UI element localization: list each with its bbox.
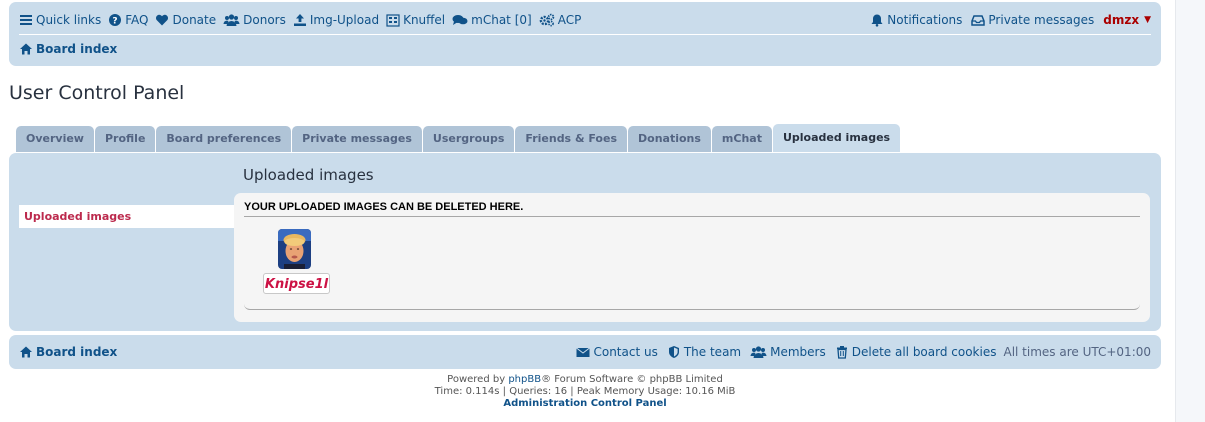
acp-link[interactable]: Administration Control Panel: [503, 398, 666, 409]
shield-icon: [667, 345, 681, 359]
nav-mchat[interactable]: mChat [0]: [452, 13, 532, 27]
powered-prefix: Powered by: [447, 374, 509, 385]
username: dmzx: [1103, 13, 1140, 27]
nav-row: Quick links ? FAQ Donate Donors Img-Uplo…: [19, 10, 1151, 35]
footer-link-label: The team: [683, 345, 742, 359]
users-icon: [223, 13, 240, 27]
nav-label: Private messages: [988, 13, 1095, 27]
box-bottom-divider: [244, 303, 1140, 310]
powered-by-line: Powered by phpBB® Forum Software © phpBB…: [9, 374, 1161, 386]
footer-link-label: Members: [770, 345, 826, 359]
timezone-text: All times are UTC+01:00: [1003, 345, 1151, 359]
tab-profile[interactable]: Profile: [94, 126, 156, 152]
footer-row: Board index Contact us The team Members: [19, 345, 1151, 359]
tab-mchat[interactable]: mChat: [711, 126, 772, 152]
nav-label: Knuffel: [403, 13, 446, 27]
bars-icon: [19, 13, 33, 27]
breadcrumb: Board index: [19, 42, 117, 56]
cogs-icon: [539, 13, 555, 27]
nav-notifications[interactable]: Notifications: [870, 13, 962, 27]
nav-donate[interactable]: Donate: [155, 13, 216, 27]
board-index-link[interactable]: Board index: [36, 42, 117, 56]
nav-private-messages[interactable]: Private messages: [971, 13, 1094, 27]
nav-quick-links[interactable]: Quick links: [19, 13, 101, 27]
nav-acp[interactable]: ACP: [539, 13, 582, 27]
footer-breadcrumb: Board index: [19, 345, 117, 359]
upload-icon: [293, 13, 307, 27]
footer-the-team[interactable]: The team: [667, 345, 741, 359]
calculator-icon: [386, 13, 400, 27]
section-title: Uploaded images: [243, 166, 374, 184]
nav-label: Quick links: [36, 13, 102, 27]
nav-knuffel[interactable]: Knuffel: [386, 13, 445, 27]
nav-left-links: Quick links ? FAQ Donate Donors Img-Uplo…: [19, 13, 588, 27]
footer-link-label: Contact us: [593, 345, 658, 359]
sidebar-item-uploaded-images[interactable]: Uploaded images: [19, 205, 234, 228]
caret-down-icon: ▼: [1144, 15, 1151, 25]
nav-faq[interactable]: ? FAQ: [108, 13, 148, 27]
uploaded-image-label[interactable]: Knipse1l: [263, 273, 330, 294]
comments-icon: [452, 13, 468, 27]
footer-board-index-link[interactable]: Board index: [36, 345, 117, 359]
nav-right-links: Notifications Private messages dmzx ▼: [861, 13, 1151, 27]
copyright: Powered by phpBB® Forum Software © phpBB…: [9, 374, 1161, 410]
inbox-icon: [971, 13, 986, 27]
debug-stats: Time: 0.114s | Queries: 16 | Peak Memory…: [434, 386, 736, 397]
tab-friends-foes[interactable]: Friends & Foes: [515, 126, 627, 152]
tab-board-preferences[interactable]: Board preferences: [156, 126, 292, 152]
ucp-tabs: Overview Profile Board preferences Priva…: [16, 124, 901, 152]
nav-label: ACP: [557, 13, 582, 27]
trash-icon: [835, 345, 849, 359]
users-icon: [750, 345, 767, 359]
uploaded-image-thumbnail[interactable]: [278, 229, 311, 269]
footer-contact-us[interactable]: Contact us: [576, 345, 658, 359]
nav-label: mChat [0]: [471, 13, 532, 27]
tab-private-messages[interactable]: Private messages: [292, 126, 422, 152]
page-scrollbar[interactable]: [1175, 0, 1205, 422]
notice-text: YOUR UPLOADED IMAGES CAN BE DELETED HERE…: [244, 201, 1140, 217]
tab-usergroups[interactable]: Usergroups: [422, 126, 515, 152]
svg-text:?: ?: [113, 17, 118, 27]
uploaded-images-box: YOUR UPLOADED IMAGES CAN BE DELETED HERE…: [234, 193, 1150, 322]
footer-members[interactable]: Members: [750, 345, 826, 359]
envelope-icon: [576, 345, 591, 359]
ucp-panel: Uploaded images Uploaded images YOUR UPL…: [9, 153, 1161, 331]
footer-links: Contact us The team Members Delete all b…: [567, 345, 1151, 359]
nav-donors[interactable]: Donors: [223, 13, 286, 27]
home-icon: [19, 345, 33, 359]
nav-label: Notifications: [887, 13, 963, 27]
home-icon: [19, 42, 33, 56]
page-title: User Control Panel: [9, 82, 185, 104]
nav-label: Img-Upload: [309, 13, 380, 27]
user-menu[interactable]: dmzx ▼: [1103, 13, 1151, 27]
nav-label: FAQ: [125, 13, 149, 27]
bell-icon: [870, 13, 884, 27]
footer-link-label: Delete all board cookies: [851, 345, 997, 359]
tab-overview[interactable]: Overview: [16, 126, 94, 152]
nav-label: Donors: [243, 13, 286, 27]
footer-delete-cookies[interactable]: Delete all board cookies: [835, 345, 997, 359]
tab-donations[interactable]: Donations: [628, 126, 711, 152]
tab-uploaded-images[interactable]: Uploaded images: [772, 124, 901, 152]
nav-label: Donate: [172, 13, 217, 27]
footer-navbar: Board index Contact us The team Members: [9, 335, 1161, 369]
heart-icon: [155, 13, 169, 27]
powered-suffix: ® Forum Software © phpBB Limited: [541, 374, 723, 385]
phpbb-link[interactable]: phpBB: [508, 374, 541, 385]
header-navbar: Quick links ? FAQ Donate Donors Img-Uplo…: [9, 2, 1161, 66]
question-circle-icon: ?: [108, 13, 122, 27]
nav-img-upload[interactable]: Img-Upload: [293, 13, 379, 27]
